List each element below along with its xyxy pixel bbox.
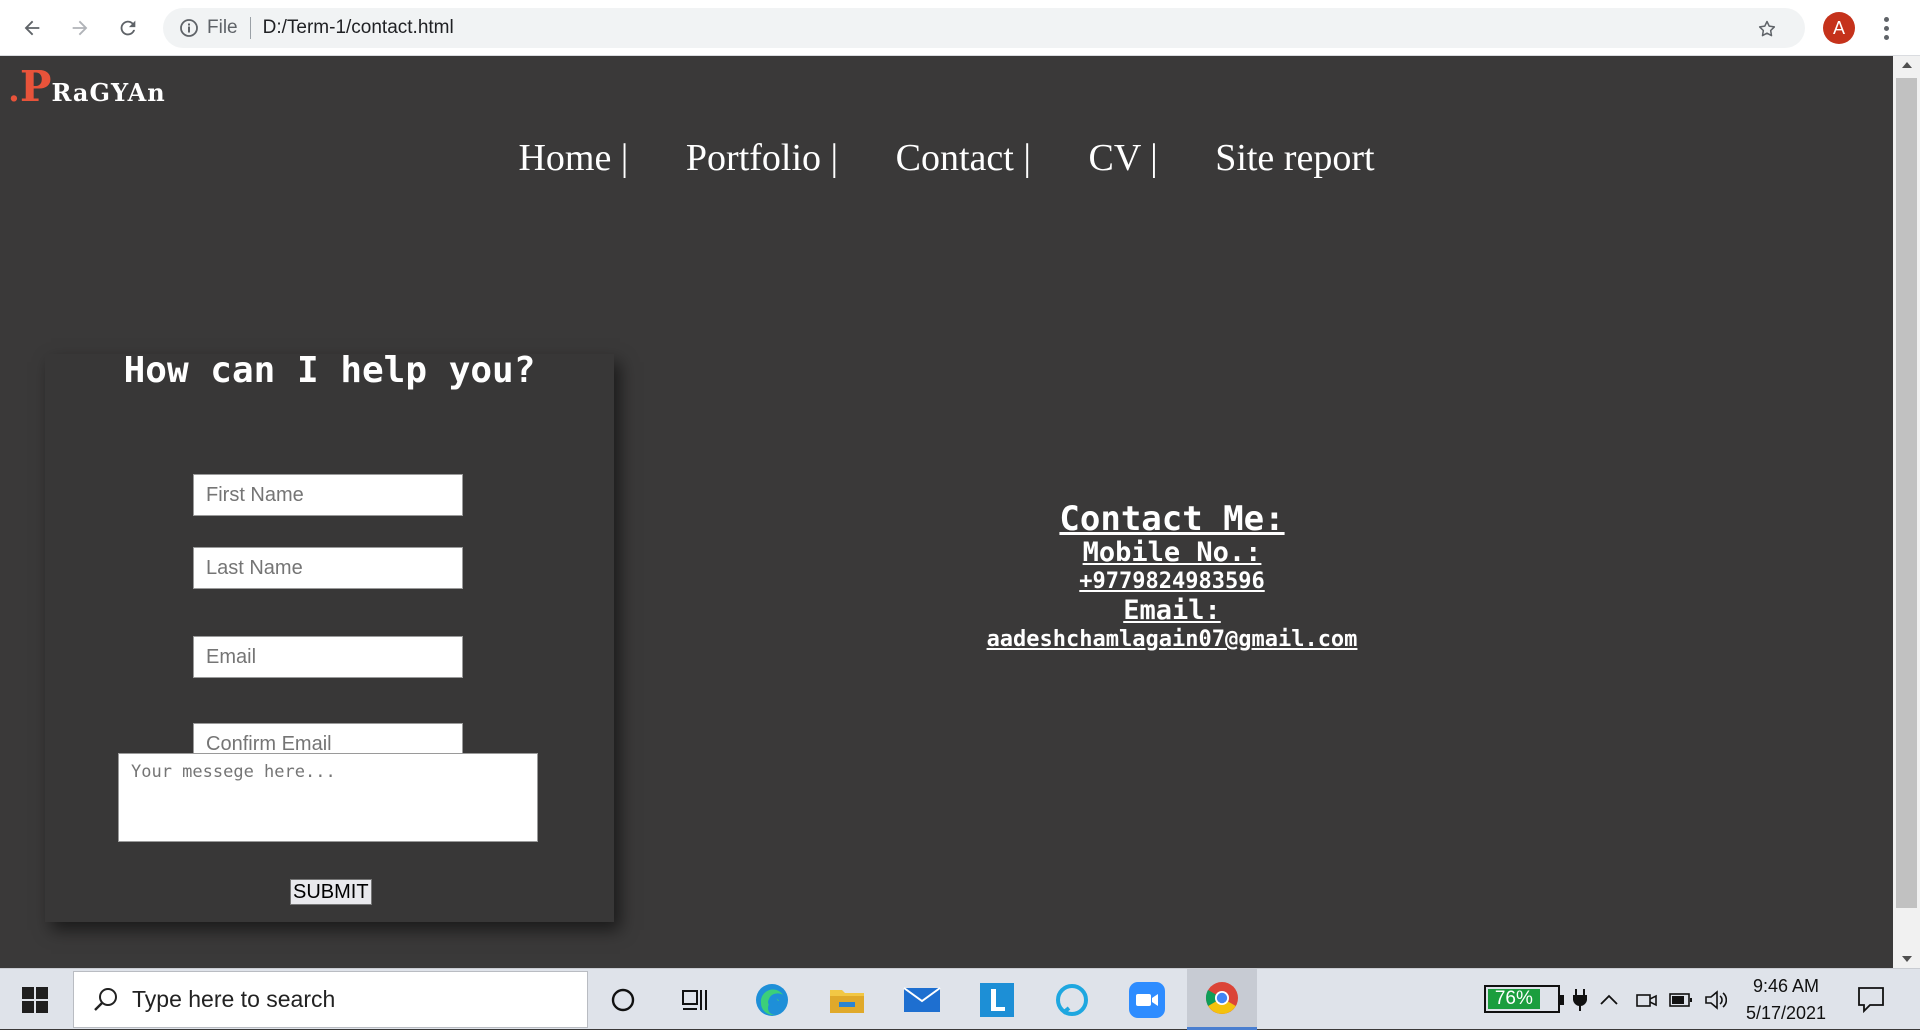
back-button[interactable] — [16, 12, 48, 44]
task-view-icon[interactable] — [660, 969, 730, 1030]
chrome-icon[interactable] — [1187, 969, 1257, 1030]
file-explorer-icon[interactable] — [812, 969, 882, 1030]
logo-initial: P — [19, 62, 52, 111]
scroll-thumb[interactable] — [1896, 78, 1917, 908]
cortana-circle-icon[interactable] — [588, 969, 658, 1030]
clock-time: 9:46 AM — [1752, 976, 1820, 996]
scroll-down-arrow-icon[interactable] — [1893, 950, 1920, 968]
system-clock[interactable]: 9:46 AM 5/17/2021 — [1736, 973, 1836, 1027]
main-nav: Home | Portfolio | Contact | CV | Site r… — [0, 136, 1893, 180]
chevron-up-icon[interactable] — [1596, 987, 1622, 1013]
contact-info: Contact Me: Mobile No.: +9779824983596 E… — [930, 500, 1414, 654]
back-arrow-icon — [24, 20, 40, 36]
windows-start-icon[interactable] — [0, 969, 70, 1030]
notification-icon[interactable] — [1856, 985, 1886, 1015]
battery-level-fill: 76% — [1488, 988, 1540, 1009]
mail-icon[interactable] — [887, 969, 957, 1030]
volume-icon[interactable] — [1703, 987, 1729, 1013]
url-divider — [249, 17, 251, 39]
clock-date: 5/17/2021 — [1745, 1003, 1827, 1023]
url-text[interactable]: D:/Term-1/contact.html — [263, 17, 454, 39]
form-title: How can I help you? — [123, 350, 536, 391]
email-input[interactable] — [193, 636, 463, 678]
contact-form: How can I help you? SUBMIT — [45, 350, 614, 922]
address-bar[interactable]: File D:/Term-1/contact.html — [163, 8, 1805, 48]
logo-dot: . — [8, 70, 20, 110]
contact-heading: Contact Me: — [1059, 499, 1285, 539]
battery-tip — [1560, 995, 1564, 1005]
reload-button[interactable] — [112, 12, 144, 44]
search-placeholder: Type here to search — [132, 986, 336, 1012]
nav-contact[interactable]: Contact | — [896, 137, 1031, 179]
nav-home[interactable]: Home | — [518, 137, 628, 179]
alexa-icon[interactable] — [1037, 969, 1107, 1030]
mobile-number-link[interactable]: +9779824983596 — [930, 568, 1414, 596]
scroll-up-arrow-icon[interactable] — [1893, 56, 1920, 74]
bookmark-star-icon[interactable] — [1757, 18, 1777, 38]
submit-button[interactable]: SUBMIT — [290, 879, 372, 905]
message-textarea[interactable] — [118, 753, 538, 842]
last-name-input[interactable] — [193, 547, 463, 589]
url-scheme: File — [207, 17, 238, 38]
kebab-menu-icon[interactable] — [1874, 14, 1898, 42]
page-scrollbar[interactable] — [1893, 56, 1920, 968]
taskbar-search-box[interactable]: Type here to search — [73, 971, 588, 1028]
site-logo[interactable]: .PRaGYAn — [8, 62, 166, 111]
battery-indicator[interactable]: 76% — [1484, 985, 1564, 1013]
email-link[interactable]: aadeshchamlagain07@gmail.com — [930, 626, 1414, 654]
l-app-icon[interactable] — [962, 969, 1032, 1030]
mobile-label: Mobile No.: — [1082, 537, 1262, 568]
forward-button[interactable] — [64, 12, 96, 44]
logo-text: RaGYAn — [51, 78, 166, 107]
first-name-input[interactable] — [193, 474, 463, 516]
edge-browser-icon[interactable] — [737, 969, 807, 1030]
profile-avatar[interactable]: A — [1823, 12, 1855, 44]
nav-site-report[interactable]: Site report — [1215, 137, 1374, 179]
web-page: .PRaGYAn Home | Portfolio | Contact | CV… — [0, 56, 1893, 968]
email-label: Email: — [1123, 595, 1221, 626]
power-plug-icon[interactable] — [1567, 987, 1593, 1013]
info-icon[interactable] — [179, 18, 199, 38]
forward-arrow-icon — [72, 20, 88, 36]
battery-tray-icon[interactable] — [1668, 987, 1694, 1013]
nav-portfolio[interactable]: Portfolio | — [686, 137, 838, 179]
meet-now-icon[interactable] — [1634, 987, 1660, 1013]
reload-icon — [120, 20, 136, 36]
search-icon — [92, 986, 120, 1014]
zoom-icon[interactable] — [1112, 969, 1182, 1030]
windows-taskbar: Type here to search 76% 9:46 AM 5/17/202… — [0, 968, 1920, 1030]
browser-toolbar: File D:/Term-1/contact.html A — [0, 0, 1920, 56]
nav-cv[interactable]: CV | — [1088, 137, 1157, 179]
